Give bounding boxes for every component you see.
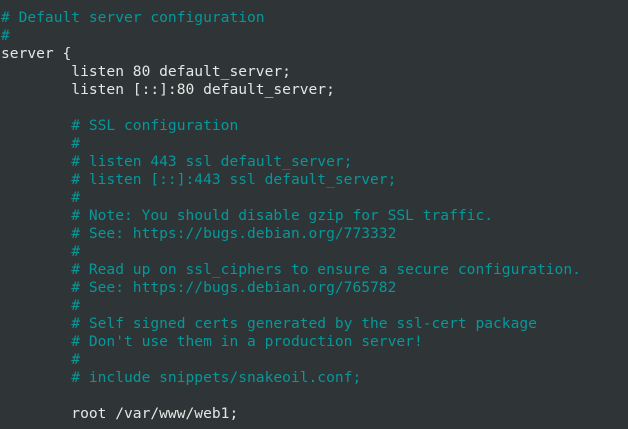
editor-line-21: # include snippets/snakeoil.conf; <box>1 369 362 386</box>
editor-line-13: # See: https://bugs.debian.org/773332 <box>1 225 397 242</box>
editor-line-7: # SSL configuration <box>1 117 239 134</box>
editor-line-12: # Note: You should disable gzip for SSL … <box>1 207 494 224</box>
editor-line-6 <box>1 99 581 117</box>
editor-line-22 <box>1 387 581 405</box>
editor-line-19: # Don't use them in a production server! <box>1 333 423 350</box>
editor-line-2: # <box>1 27 10 44</box>
editor-line-16: # See: https://bugs.debian.org/765782 <box>1 279 397 296</box>
terminal-window[interactable]: # Default server configuration # server { … <box>0 0 628 429</box>
editor-line-17: # <box>1 297 81 314</box>
editor-line-3: server { <box>1 45 72 62</box>
editor-line-23: root /var/www/web1; <box>1 405 239 422</box>
editor-line-9: # listen 443 ssl default_server; <box>1 153 353 170</box>
editor-line-1: # Default server configuration <box>1 9 265 26</box>
config-file-text[interactable]: # Default server configuration # server { … <box>1 9 581 423</box>
editor-line-10: # listen [::]:443 ssl default_server; <box>1 171 397 188</box>
editor-line-5: listen [::]:80 default_server; <box>1 81 335 98</box>
editor-line-18: # Self signed certs generated by the ssl… <box>1 315 537 332</box>
editor-line-14: # <box>1 243 81 260</box>
editor-line-15: # Read up on ssl_ciphers to ensure a sec… <box>1 261 581 278</box>
editor-line-4: listen 80 default_server; <box>1 63 291 80</box>
editor-line-8: # <box>1 135 81 152</box>
editor-line-20: # <box>1 351 81 368</box>
editor-line-11: # <box>1 189 81 206</box>
